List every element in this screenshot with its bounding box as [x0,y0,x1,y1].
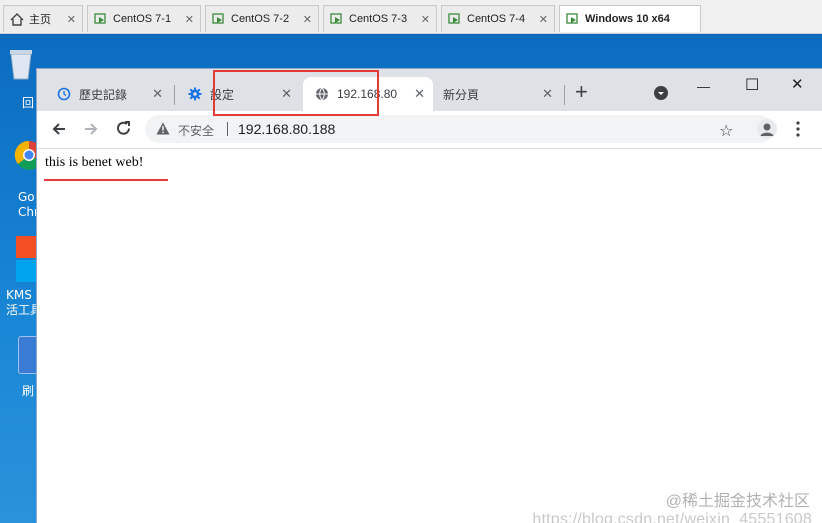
forward-button[interactable] [83,121,99,142]
tab-divider [564,85,565,105]
desktop-icon-google-chrome[interactable]: Go Chr [4,138,43,228]
close-icon[interactable]: ✕ [414,86,425,102]
page-content: this is benet web! https://blog.csdn.net… [37,149,822,523]
avatar-icon [760,123,774,136]
vm-tab-label: CentOS 7-2 [231,13,290,25]
vm-tab-centos-7-2[interactable]: CentOS 7-2 ✕ [205,5,319,32]
bookmark-star-icon[interactable]: ☆ [719,121,733,141]
profile-avatar[interactable] [757,119,777,139]
vm-tab-label: CentOS 7-3 [349,13,408,25]
vm-icon [212,12,226,26]
vm-icon [566,12,580,26]
close-icon[interactable]: ✕ [539,13,548,26]
tab-new-tab[interactable]: 新分頁 ✕ [433,77,561,111]
watermark-url: https://blog.csdn.net/weixin_45551608 [532,511,812,523]
chrome-toolbar: 不安全 192.168.80.188 ☆ [37,111,822,149]
close-icon[interactable]: ✕ [542,86,553,102]
desktop-icon-refresh-tool[interactable]: 刷 [4,332,40,402]
recycle-bin-icon [10,50,32,80]
reload-button[interactable] [115,120,132,142]
annotation-underline [44,179,168,181]
vm-tab-centos-7-3[interactable]: CentOS 7-3 ✕ [323,5,437,32]
vm-tab-label: Windows 10 x64 [585,13,670,25]
vm-tab-label: CentOS 7-4 [467,13,526,25]
desktop-icon-recycle-bin[interactable]: 回 [4,40,38,110]
annotation-box [213,70,379,116]
desktop-icon-label: 回 [22,96,35,110]
new-tab-button[interactable]: + [575,79,588,105]
security-status[interactable]: 不安全 [178,122,214,139]
tab-label: 歷史記錄 [79,87,128,102]
gear-icon [188,87,202,101]
url-text[interactable]: 192.168.80.188 [238,121,335,137]
address-bar[interactable]: 不安全 192.168.80.188 ☆ [145,115,773,143]
close-icon[interactable]: ✕ [185,13,194,26]
vm-icon [94,12,108,26]
vm-icon [448,12,462,26]
close-window-button[interactable]: ✕ [791,75,804,93]
minimize-button[interactable]: — [697,79,710,94]
kms-icon [16,236,38,282]
tab-divider [174,85,175,105]
close-icon[interactable]: ✕ [303,13,312,26]
desktop-icon-label: 刷 [22,384,35,398]
close-icon[interactable]: ✕ [152,86,163,102]
close-icon[interactable]: ✕ [67,13,76,26]
watermark-juejin: @稀土掘金技术社区 [665,493,810,510]
tab-search-icon[interactable] [654,86,668,105]
tab-label: 新分頁 [443,87,480,102]
vm-tab-label: 主页 [29,14,51,26]
history-icon [57,87,71,101]
vmware-tab-strip: 主页 ✕ CentOS 7-1 ✕ CentOS 7-2 ✕ CentOS 7-… [0,0,822,34]
vm-icon [330,12,344,26]
home-icon [10,12,24,26]
menu-kebab-icon[interactable] [796,121,800,142]
chrome-tab-strip: 歷史記錄 ✕ 設定 ✕ 192.168.80 ✕ 新分頁 ✕ + — ☐ ✕ [37,69,822,111]
tab-history[interactable]: 歷史記錄 ✕ [45,77,171,111]
vm-tab-centos-7-4[interactable]: CentOS 7-4 ✕ [441,5,555,32]
desktop-icon-kms-tool[interactable]: KMS 活工具 [4,234,42,324]
address-divider [227,122,228,136]
chrome-window: 歷史記錄 ✕ 設定 ✕ 192.168.80 ✕ 新分頁 ✕ + — ☐ ✕ 不… [37,69,822,523]
vm-tab-centos-7-1[interactable]: CentOS 7-1 ✕ [87,5,201,32]
back-button[interactable] [51,121,67,142]
maximize-button[interactable]: ☐ [745,75,759,95]
desktop-icon-label: Go Chr [18,190,39,219]
windows-desktop: 回 Go Chr KMS 活工具 刷 歷史記錄 ✕ 設定 ✕ 192.168.8… [0,34,822,523]
close-icon[interactable]: ✕ [421,13,430,26]
vm-tab-label: CentOS 7-1 [113,13,172,25]
warning-icon[interactable] [156,122,170,140]
page-body-text: this is benet web! [45,155,144,170]
vm-tab-windows-10[interactable]: Windows 10 x64 [559,5,701,32]
vm-tab-home[interactable]: 主页 ✕ [3,5,83,32]
